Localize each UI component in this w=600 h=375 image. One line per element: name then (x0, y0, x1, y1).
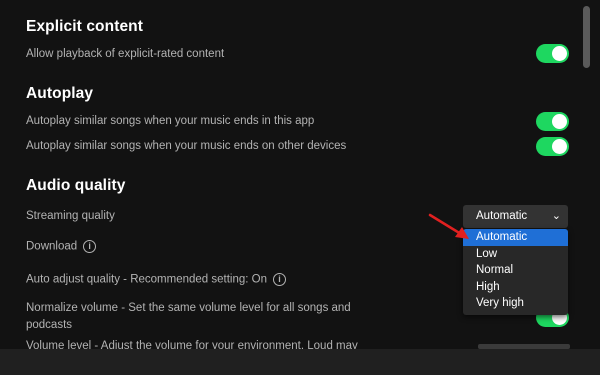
option-very-high[interactable]: Very high (463, 295, 568, 312)
option-normal[interactable]: Normal (463, 262, 568, 279)
streaming-quality-select[interactable]: Automatic ⌄ (463, 205, 568, 228)
setting-label-auto-adjust: Auto adjust quality - Recommended settin… (26, 273, 267, 286)
setting-auto-adjust: Auto adjust quality - Recommended settin… (26, 273, 286, 286)
setting-label-autoplay-app: Autoplay similar songs when your music e… (26, 115, 315, 127)
option-high[interactable]: High (463, 279, 568, 296)
setting-label-normalize-line1: Normalize volume - Set the same volume l… (26, 302, 351, 314)
annotation-arrow-icon (428, 213, 469, 239)
setting-label-explicit: Allow playback of explicit-rated content (26, 48, 225, 60)
setting-label-download: Download (26, 240, 78, 253)
info-icon[interactable]: i (273, 273, 286, 286)
info-icon[interactable]: i (83, 240, 97, 253)
streaming-quality-value: Automatic (476, 210, 528, 222)
setting-label-normalize-line2: podcasts (26, 319, 73, 331)
chevron-down-icon: ⌄ (551, 210, 561, 222)
autoplay-devices-toggle[interactable] (536, 137, 569, 156)
option-automatic[interactable]: Automatic (463, 229, 568, 246)
toggle-knob (552, 46, 567, 61)
now-playing-bar (0, 349, 600, 375)
autoplay-app-toggle[interactable] (536, 112, 569, 131)
streaming-quality-dropdown: Automatic Low Normal High Very high (463, 229, 568, 315)
explicit-content-toggle[interactable] (536, 44, 569, 63)
toggle-knob (552, 114, 567, 129)
section-title-audio-quality: Audio quality (26, 177, 126, 194)
section-title-autoplay: Autoplay (26, 85, 94, 102)
section-title-explicit-content: Explicit content (26, 18, 144, 35)
option-low[interactable]: Low (463, 246, 568, 263)
setting-label-streaming-quality: Streaming quality (26, 210, 115, 222)
scrollbar-thumb[interactable] (583, 6, 590, 68)
toggle-knob (552, 139, 567, 154)
setting-label-autoplay-devices: Autoplay similar songs when your music e… (26, 140, 347, 152)
setting-download: Download i (26, 240, 97, 253)
